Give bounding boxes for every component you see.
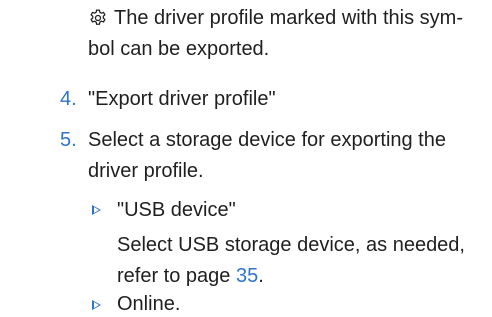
- option-usb-desc-line1: Select USB storage device, as needed,: [117, 234, 465, 256]
- bullet-triangle-icon: [92, 300, 101, 310]
- page-link[interactable]: 35: [236, 265, 258, 287]
- step-5-text-line1: Select a storage device for exporting th…: [88, 129, 446, 151]
- manual-page: The driver profile marked with this sym-…: [0, 0, 492, 315]
- desc-suffix: .: [258, 265, 264, 287]
- option-usb-label: "USB device": [117, 199, 236, 221]
- step-number-5: 5.: [60, 129, 77, 151]
- option-usb-desc-line2: refer to page 35.: [117, 263, 264, 289]
- note-text-line1: The driver profile marked with this sym-: [114, 7, 463, 29]
- note-text-line2: bol can be exported.: [88, 38, 270, 60]
- gear-icon: [90, 9, 106, 25]
- option-online-label: Online.: [117, 293, 181, 315]
- step-5-text-line2: driver profile.: [88, 160, 204, 182]
- bullet-triangle-icon: [92, 205, 101, 215]
- step-4-text: "Export driver profile": [88, 88, 276, 110]
- desc-prefix: refer to page: [117, 265, 236, 287]
- step-number-4: 4.: [60, 88, 77, 110]
